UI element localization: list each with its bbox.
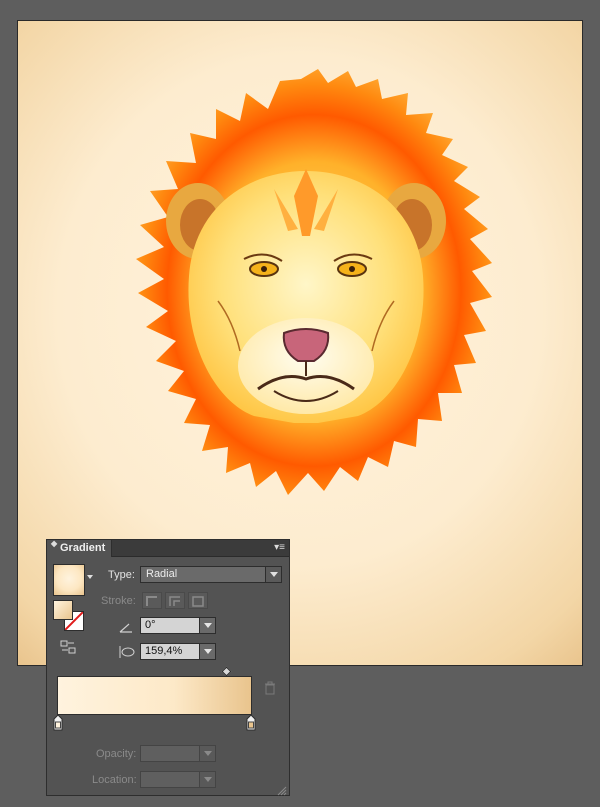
location-label: Location: (92, 774, 137, 786)
chevron-down-icon[interactable] (199, 644, 215, 659)
angle-icon (118, 620, 134, 633)
stroke-along-button[interactable] (165, 592, 185, 609)
stroke-label: Stroke: (101, 595, 136, 607)
panel-menu-icon[interactable]: ▾≡ (274, 542, 285, 554)
fill-indicator[interactable] (53, 600, 73, 620)
reverse-gradient-icon[interactable] (60, 640, 76, 654)
gradient-stop-right[interactable] (246, 714, 256, 731)
chevron-down-icon (199, 772, 215, 787)
angle-field[interactable]: 0° (140, 617, 216, 634)
gradient-swatch[interactable] (53, 564, 85, 596)
location-field[interactable] (140, 771, 216, 788)
delete-stop-icon[interactable] (264, 681, 276, 695)
type-value: Radial (146, 568, 178, 580)
panel-title: Gradient (60, 542, 106, 554)
aspect-ratio-value: 159,4% (145, 645, 183, 657)
gradient-stop-left[interactable] (53, 714, 63, 731)
resize-grip-icon[interactable] (276, 783, 287, 796)
chevron-down-icon (199, 746, 215, 761)
angle-value: 0° (145, 619, 156, 631)
chevron-down-icon (265, 567, 281, 582)
panel-titlebar[interactable]: ◆ Gradient ▾≡ (47, 540, 289, 557)
stroke-across-button[interactable] (188, 592, 208, 609)
type-label: Type: (108, 569, 135, 581)
gradient-slider[interactable] (57, 676, 252, 715)
swatch-dropdown-icon[interactable] (87, 575, 93, 579)
chevron-down-icon[interactable] (199, 618, 215, 633)
opacity-label: Opacity: (96, 748, 137, 760)
tab-gradient[interactable]: ◆ Gradient (47, 540, 112, 557)
aspect-ratio-icon (118, 644, 136, 660)
panel-collapse-arrows-icon[interactable]: ◆ (51, 540, 57, 548)
lion-nose (282, 328, 330, 362)
opacity-field[interactable] (140, 745, 216, 762)
type-dropdown[interactable]: Radial (140, 566, 282, 583)
stroke-within-button[interactable] (142, 592, 162, 609)
aspect-ratio-field[interactable]: 159,4% (140, 643, 216, 660)
